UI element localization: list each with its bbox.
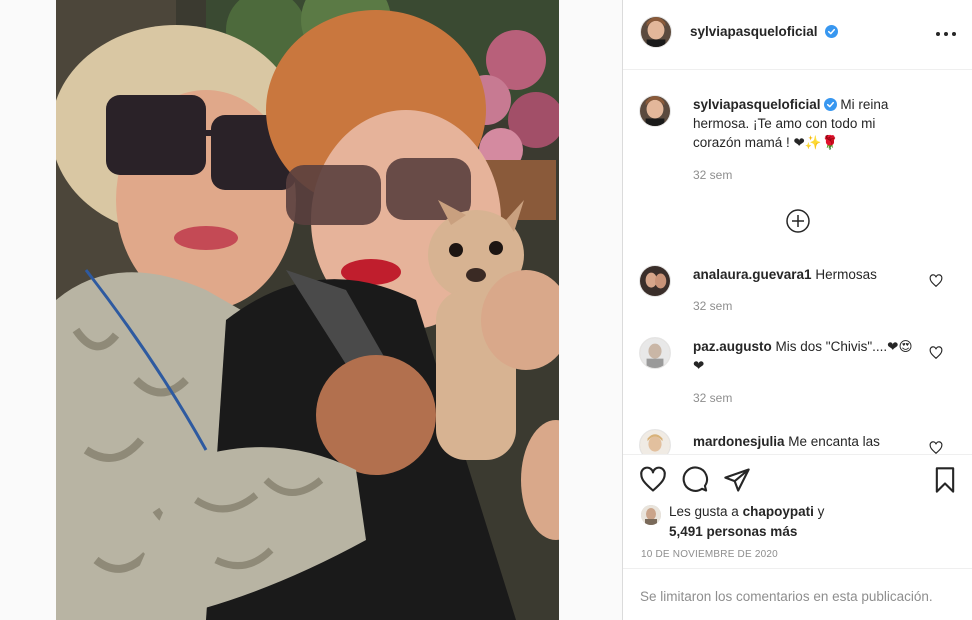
comment-avatar[interactable] xyxy=(639,265,671,297)
post-date[interactable]: 10 DE NOVIEMBRE DE 2020 xyxy=(641,549,778,560)
comment-time[interactable]: 32 sem xyxy=(693,391,732,405)
avatar-image xyxy=(640,338,670,368)
liker-avatar[interactable] xyxy=(641,505,661,525)
comment-username[interactable]: sylviapasqueloficial xyxy=(693,97,821,112)
verified-badge-icon xyxy=(825,25,839,38)
comment-avatar[interactable] xyxy=(639,429,671,454)
author-username[interactable]: sylviapasqueloficial xyxy=(690,24,818,39)
comment-username[interactable]: mardonesjulia xyxy=(693,434,785,449)
comment-body: Me encanta las xyxy=(788,434,880,449)
comment-item: mardonesjulia Me encanta las xyxy=(639,429,959,454)
bookmark-icon[interactable] xyxy=(931,466,959,494)
comment-text-block: analaura.guevara1 Hermosas xyxy=(693,265,923,284)
comment-username[interactable]: analaura.guevara1 xyxy=(693,267,812,282)
avatar-image xyxy=(640,96,670,126)
share-icon[interactable] xyxy=(723,466,751,494)
likes-prefix: Les gusta a xyxy=(669,504,739,519)
comment-username[interactable]: paz.augusto xyxy=(693,339,772,354)
likes-line-1: Les gusta a chapoypati y xyxy=(669,502,824,522)
comment-time[interactable]: 32 sem xyxy=(693,168,732,182)
likes-joiner: y xyxy=(817,504,825,519)
comment-item: analaura.guevara1 Hermosas 32 sem xyxy=(639,265,959,325)
caption-comment: sylviapasqueloficial Mi reina hermosa. ¡… xyxy=(639,95,959,195)
like-comment-heart-icon[interactable] xyxy=(929,274,943,288)
post-actions-section: Les gusta a chapoypati y 5,491 personas … xyxy=(623,454,972,568)
comment-avatar[interactable] xyxy=(639,95,671,127)
comments-limited-text: Se limitaron los comentarios en esta pub… xyxy=(640,589,933,604)
comment-icon[interactable] xyxy=(681,466,709,494)
avatar-image xyxy=(641,17,671,47)
avatar-image xyxy=(641,505,661,525)
comment-time[interactable]: 32 sem xyxy=(693,299,732,313)
comment-body: Hermosas xyxy=(815,267,877,282)
more-options-icon[interactable] xyxy=(933,22,963,46)
avatar-image xyxy=(640,266,670,296)
author-name-row: sylviapasqueloficial xyxy=(690,23,839,41)
load-more-comments-icon[interactable] xyxy=(784,207,812,235)
verified-badge-icon xyxy=(823,98,837,111)
likes-user-link[interactable]: chapoypati xyxy=(743,504,814,519)
like-comment-heart-icon[interactable] xyxy=(929,441,943,454)
comments-list[interactable]: sylviapasqueloficial Mi reina hermosa. ¡… xyxy=(623,71,972,454)
comments-limited-notice: Se limitaron los comentarios en esta pub… xyxy=(623,568,972,620)
comment-text-block: mardonesjulia Me encanta las xyxy=(693,432,923,451)
heart-icon[interactable] xyxy=(639,466,667,494)
comment-text-block: paz.augusto Mis dos "Chivis"....❤😍❤ xyxy=(693,337,923,375)
comment-item: paz.augusto Mis dos "Chivis"....❤😍❤ 32 s… xyxy=(639,337,959,417)
avatar-image xyxy=(640,430,670,454)
post-photo[interactable] xyxy=(56,0,559,620)
post-header: sylviapasqueloficial xyxy=(623,0,972,70)
comment-text-block: sylviapasqueloficial Mi reina hermosa. ¡… xyxy=(693,95,923,152)
photo-illustration xyxy=(56,0,559,620)
author-avatar[interactable] xyxy=(640,16,672,48)
likes-count-link[interactable]: 5,491 personas más xyxy=(669,522,797,542)
post-side-panel: sylviapasqueloficial sylviapasqueloficia… xyxy=(622,0,972,620)
like-comment-heart-icon[interactable] xyxy=(929,346,943,360)
comment-avatar[interactable] xyxy=(639,337,671,369)
